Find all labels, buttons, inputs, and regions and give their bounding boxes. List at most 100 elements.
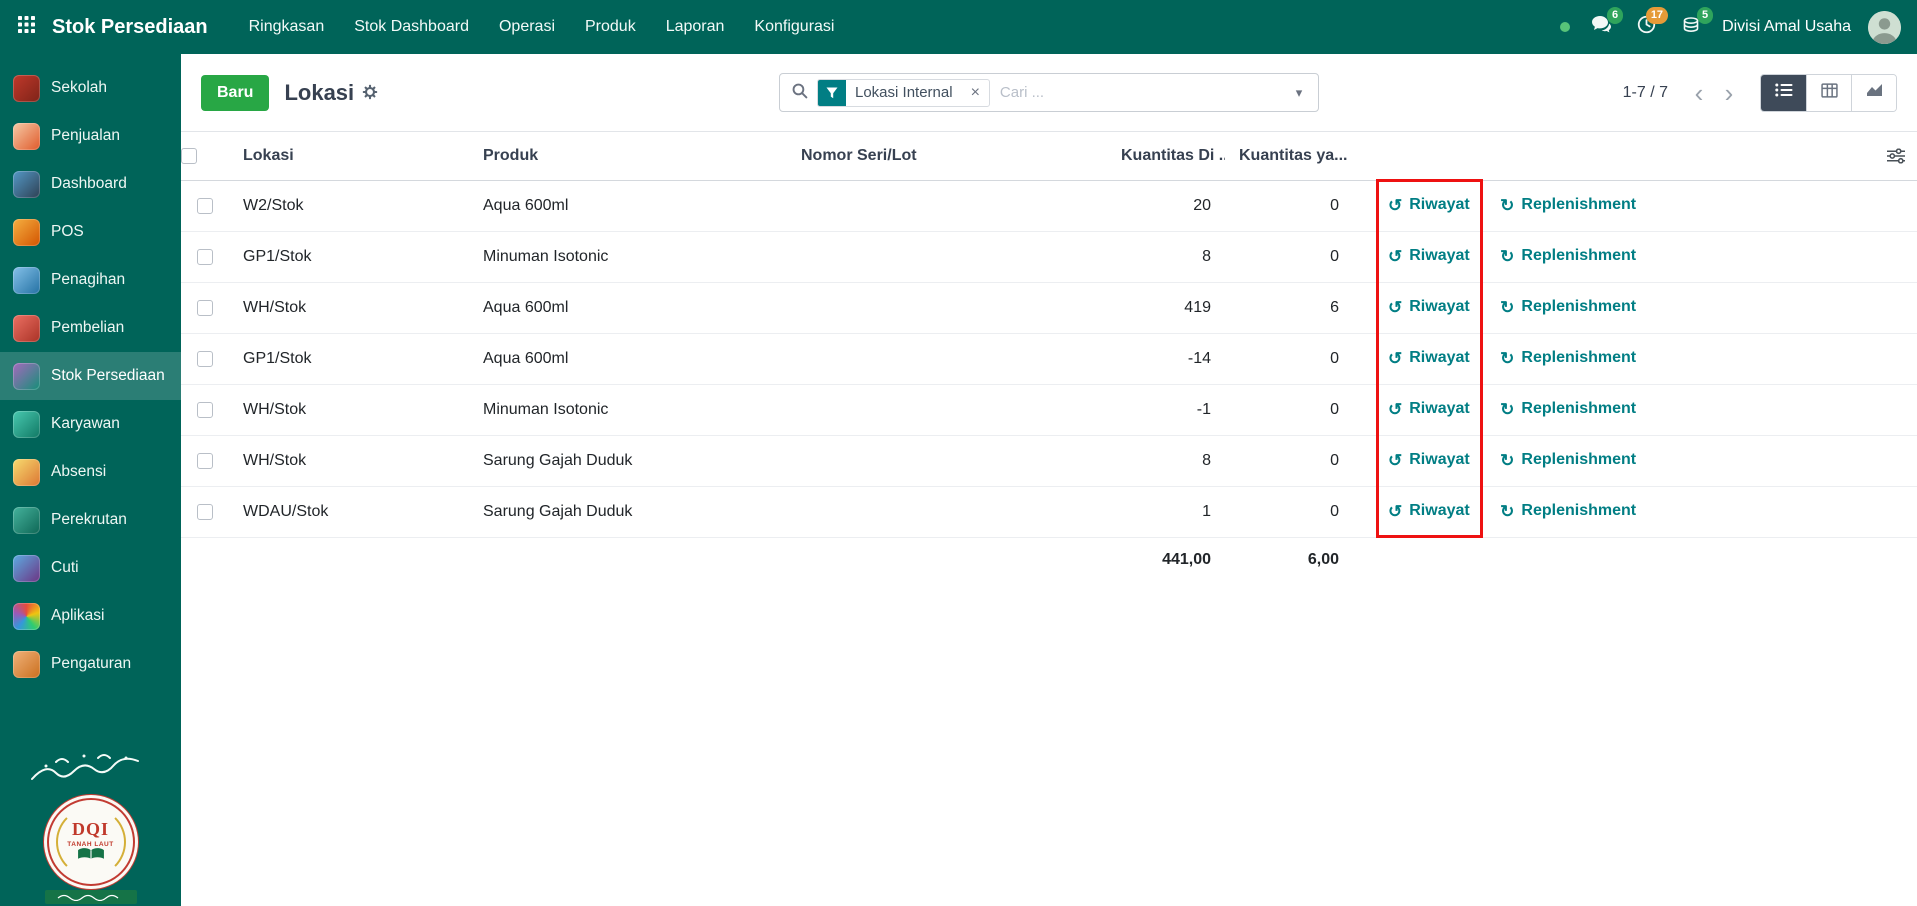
history-button[interactable]: ↺Riwayat [1388,298,1470,316]
history-button[interactable]: ↺Riwayat [1388,502,1470,520]
pager-next-button[interactable]: › [1714,78,1744,108]
main-menu: Ringkasan Stok Dashboard Operasi Produk … [234,0,850,54]
search-bar: Lokasi Internal × ▾ [779,73,1319,112]
cell-produk-link[interactable]: Minuman Isotonic [469,385,787,436]
refresh-icon: ↻ [1500,248,1514,265]
table-row[interactable]: WH/Stok Minuman Isotonic -1 0 ↺Riwayat ↻… [181,385,1917,436]
cell-produk-link[interactable]: Aqua 600ml [469,181,787,232]
col-header-qty-on-hand[interactable]: Kuantitas Di ... [1107,132,1225,181]
sidebar-item-absensi[interactable]: Absensi [0,448,181,496]
sidebar-item-perekrutan[interactable]: Perekrutan [0,496,181,544]
search-dropdown-button[interactable]: ▾ [1280,74,1318,111]
cell-produk-link[interactable]: Aqua 600ml [469,283,787,334]
remove-filter-icon[interactable]: × [962,85,989,101]
cell-qty-on-hand: -1 [1107,385,1225,436]
sidebar-item-penagihan[interactable]: Penagihan [0,256,181,304]
cell-lokasi: GP1/Stok [229,334,469,385]
sidebar-item-karyawan[interactable]: Karyawan [0,400,181,448]
replenishment-button[interactable]: ↻Replenishment [1500,451,1636,469]
cell-produk-link[interactable]: Sarung Gajah Duduk [469,436,787,487]
apps-menu-button[interactable] [0,0,52,54]
replenishment-label: Replenishment [1521,400,1636,418]
chevron-left-icon: ‹ [1695,80,1704,106]
menu-produk[interactable]: Produk [570,0,651,54]
messages-button[interactable]: 6 [1587,13,1615,41]
table-row[interactable]: WH/Stok Aqua 600ml 419 6 ↺Riwayat ↻Reple… [181,283,1917,334]
table-row[interactable]: WDAU/Stok Sarung Gajah Duduk 1 0 ↺Riwaya… [181,487,1917,538]
replenishment-button[interactable]: ↻Replenishment [1500,247,1636,265]
history-button[interactable]: ↺Riwayat [1388,451,1470,469]
penagihan-app-icon [13,267,40,294]
sidebar-item-cuti[interactable]: Cuti [0,544,181,592]
page-title: Lokasi [284,80,354,106]
history-button[interactable]: ↺Riwayat [1388,400,1470,418]
replenishment-button[interactable]: ↻Replenishment [1500,502,1636,520]
row-checkbox[interactable] [197,198,213,214]
select-all-checkbox[interactable] [181,148,197,164]
absensi-app-icon [13,459,40,486]
col-header-lokasi[interactable]: Lokasi [229,132,469,181]
history-button[interactable]: ↺Riwayat [1388,247,1470,265]
navbar-systray: 6 17 5 Divisi Amal Usaha [1560,11,1901,44]
table-row[interactable]: W2/Stok Aqua 600ml 20 0 ↺Riwayat ↻Replen… [181,181,1917,232]
table-row[interactable]: GP1/Stok Minuman Isotonic 8 0 ↺Riwayat ↻… [181,232,1917,283]
menu-konfigurasi[interactable]: Konfigurasi [739,0,849,54]
sidebar-item-pembelian[interactable]: Pembelian [0,304,181,352]
row-checkbox[interactable] [197,504,213,520]
menu-ringkasan[interactable]: Ringkasan [234,0,340,54]
action-gear-button[interactable] [362,80,378,106]
row-checkbox[interactable] [197,249,213,265]
row-checkbox[interactable] [197,453,213,469]
sidebar-item-stok-persediaan[interactable]: Stok Persediaan [0,352,181,400]
row-checkbox[interactable] [197,300,213,316]
menu-operasi[interactable]: Operasi [484,0,570,54]
cell-produk-link[interactable]: Minuman Isotonic [469,232,787,283]
list-view-button[interactable] [1761,75,1806,111]
cell-qty-forecast: 0 [1225,385,1353,436]
search-icon [791,82,808,104]
apps-grid-icon [18,16,35,38]
replenishment-button[interactable]: ↻Replenishment [1500,400,1636,418]
graph-view-button[interactable] [1851,75,1896,111]
col-header-produk[interactable]: Produk [469,132,787,181]
pivot-view-button[interactable] [1806,75,1851,111]
app-title[interactable]: Stok Persediaan [52,16,208,39]
emblem-subtitle: TANAH LAUT [67,841,113,848]
menu-laporan[interactable]: Laporan [651,0,740,54]
activities-button[interactable]: 17 [1632,13,1660,41]
table-row[interactable]: WH/Stok Sarung Gajah Duduk 8 0 ↺Riwayat … [181,436,1917,487]
user-menu[interactable]: Divisi Amal Usaha [1722,18,1851,36]
history-icon: ↺ [1388,401,1402,418]
sidebar-item-label: Dashboard [51,175,127,193]
cell-produk-link[interactable]: Sarung Gajah Duduk [469,487,787,538]
sidebar-item-pengaturan[interactable]: Pengaturan [0,640,181,688]
col-header-serial[interactable]: Nomor Seri/Lot [787,132,1107,181]
cell-produk-link[interactable]: Aqua 600ml [469,334,787,385]
history-icon: ↺ [1388,248,1402,265]
requests-button[interactable]: 5 [1677,13,1705,41]
sidebar-item-dashboard[interactable]: Dashboard [0,160,181,208]
sidebar-item-sekolah[interactable]: Sekolah [0,64,181,112]
search-input[interactable] [990,84,1280,101]
cell-lokasi: WDAU/Stok [229,487,469,538]
replenishment-button[interactable]: ↻Replenishment [1500,298,1636,316]
control-panel: Baru Lokasi [181,54,1917,131]
avatar[interactable] [1868,11,1901,44]
row-checkbox[interactable] [197,351,213,367]
sidebar-item-aplikasi[interactable]: Aplikasi [0,592,181,640]
table-row[interactable]: GP1/Stok Aqua 600ml -14 0 ↺Riwayat ↻Repl… [181,334,1917,385]
menu-stok-dashboard[interactable]: Stok Dashboard [339,0,484,54]
column-settings-icon[interactable] [1887,149,1905,164]
history-button[interactable]: ↺Riwayat [1388,349,1470,367]
requests-badge: 5 [1697,7,1713,24]
sidebar-item-penjualan[interactable]: Penjualan [0,112,181,160]
replenishment-button[interactable]: ↻Replenishment [1500,196,1636,214]
pager-prev-button[interactable]: ‹ [1684,78,1714,108]
sidebar-item-pos[interactable]: POS [0,208,181,256]
col-header-qty-forecast[interactable]: Kuantitas ya... [1225,132,1353,181]
row-checkbox[interactable] [197,402,213,418]
new-record-button[interactable]: Baru [201,75,269,111]
history-button[interactable]: ↺Riwayat [1388,196,1470,214]
total-qty-on-hand: 441,00 [1107,538,1225,582]
replenishment-button[interactable]: ↻Replenishment [1500,349,1636,367]
